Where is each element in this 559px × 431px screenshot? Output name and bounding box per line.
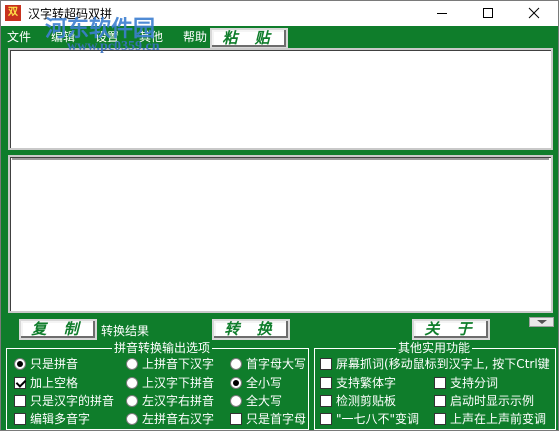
copy-button[interactable]: 复 制	[19, 319, 97, 340]
radio-icon	[14, 358, 26, 370]
radio-icon	[126, 395, 138, 407]
input-textarea[interactable]	[8, 48, 553, 150]
app-window: 双 汉字转超码双拼 文件 编辑 设置 其他 帮助 粘 贴 河东软件园 www.p…	[0, 0, 559, 431]
option-screen-capture-word[interactable]: 屏幕抓词(移动鼠标到汉字上, 按下Ctrl键	[320, 356, 555, 372]
checkbox-icon	[320, 413, 332, 425]
result-label: 转换结果	[101, 324, 150, 338]
collapse-toggle-button[interactable]	[529, 317, 554, 327]
checkbox-icon	[230, 413, 242, 425]
menu-edit[interactable]: 编辑	[51, 28, 75, 45]
checkbox-icon	[14, 395, 26, 407]
close-window-button[interactable]	[511, 1, 557, 26]
checkbox-icon	[14, 377, 26, 389]
option-third-tone-sandhi[interactable]: 上声在上声前变调	[434, 411, 555, 427]
radio-icon	[126, 358, 138, 370]
other-functions-group: 其他实用功能 屏幕抓词(移动鼠标到汉字上, 按下Ctrl键 支持繁体字 检测剪贴…	[314, 341, 556, 430]
pinyin-output-options-group: 拼音转换输出选项 只是拼音 加上空格 只是汉字的拼音 编辑多音字 上拼音下汉字 …	[6, 341, 309, 430]
maximize-button[interactable]	[465, 1, 511, 26]
close-icon	[528, 7, 540, 19]
paste-button[interactable]: 粘 贴	[210, 28, 288, 49]
output-top-border	[12, 158, 549, 160]
menu-file[interactable]: 文件	[7, 28, 31, 45]
minimize-icon	[437, 13, 447, 14]
app-icon: 双	[5, 5, 21, 21]
menu-other[interactable]: 其他	[139, 28, 163, 45]
convert-button[interactable]: 转 换	[212, 319, 290, 340]
output-textarea[interactable]	[8, 155, 553, 313]
radio-icon	[126, 377, 138, 389]
maximize-icon	[483, 8, 493, 18]
checkbox-icon	[434, 395, 446, 407]
about-button[interactable]: 关 于	[412, 319, 490, 340]
minimize-button[interactable]	[419, 1, 465, 26]
checkbox-icon	[14, 413, 26, 425]
pinyin-group-title: 拼音转换输出选项	[112, 341, 213, 355]
radio-icon	[126, 413, 138, 425]
menu-settings[interactable]: 设置	[95, 28, 119, 45]
option-tone-sandhi-yiqiba[interactable]: "一七八不"变调	[320, 411, 432, 427]
checkbox-icon	[320, 377, 332, 389]
window-title: 汉字转超码双拼	[28, 7, 113, 21]
checkbox-icon	[434, 377, 446, 389]
radio-icon	[230, 358, 242, 370]
menu-help[interactable]: 帮助	[183, 28, 207, 45]
title-bar[interactable]: 双 汉字转超码双拼	[1, 1, 558, 26]
checkbox-icon	[434, 413, 446, 425]
radio-icon	[230, 377, 242, 389]
other-group-title: 其他实用功能	[396, 341, 473, 355]
checkbox-icon	[320, 358, 332, 370]
checkbox-icon	[320, 395, 332, 407]
radio-icon	[230, 395, 242, 407]
